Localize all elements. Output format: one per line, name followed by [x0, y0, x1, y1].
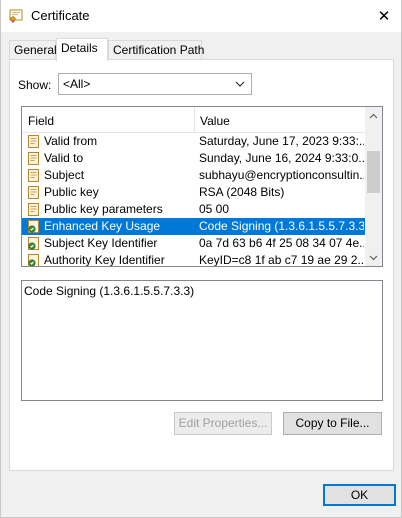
row-value: RSA (2048 Bits) — [199, 185, 285, 199]
scrollbar-thumb[interactable] — [367, 151, 380, 193]
extension-icon — [28, 254, 39, 266]
chevron-down-icon — [369, 255, 378, 260]
row-value: Sunday, June 16, 2024 9:33:0... — [199, 151, 364, 165]
extension-icon — [28, 220, 39, 233]
column-header-field[interactable]: Field — [28, 114, 54, 128]
list-header: Field Value — [22, 107, 366, 133]
list-row-selected[interactable]: Enhanced Key Usage Code Signing (1.3.6.1… — [22, 218, 366, 235]
ok-button[interactable]: OK — [323, 484, 396, 506]
list-rows: Valid from Saturday, June 17, 2023 9:33:… — [22, 133, 366, 267]
row-value: KeyID=c8 1f ab c7 19 ae 29 2... — [199, 253, 364, 267]
row-field: Valid from — [44, 134, 98, 148]
show-dropdown[interactable]: <All> — [58, 73, 252, 95]
title-bar: Certificate ✕ — [1, 0, 401, 32]
field-detail-textbox[interactable]: Code Signing (1.3.6.1.5.5.7.3.3) — [21, 280, 383, 401]
list-row[interactable]: Valid from Saturday, June 17, 2023 9:33:… — [22, 133, 366, 150]
row-value: Saturday, June 17, 2023 9:33:... — [199, 134, 364, 148]
certificate-field-icon — [28, 152, 39, 165]
edit-properties-button[interactable]: Edit Properties... — [174, 412, 272, 435]
field-list[interactable]: Field Value Valid from Saturday, June 17… — [21, 106, 383, 267]
certificate-field-icon — [28, 135, 39, 148]
copy-to-file-button[interactable]: Copy to File... — [283, 412, 382, 435]
row-field: Authority Key Identifier — [44, 253, 165, 267]
close-button[interactable]: ✕ — [367, 0, 401, 32]
column-divider[interactable] — [194, 107, 195, 133]
scroll-down-button[interactable] — [365, 249, 382, 266]
list-row[interactable]: Public key RSA (2048 Bits) — [22, 184, 366, 201]
certificate-field-icon — [28, 203, 39, 216]
list-row[interactable]: Valid to Sunday, June 16, 2024 9:33:0... — [22, 150, 366, 167]
list-row[interactable]: Subject Key Identifier 0a 7d 63 b6 4f 25… — [22, 235, 366, 252]
row-field: Subject — [44, 168, 85, 182]
tab-certification-path[interactable]: Certification Path — [108, 40, 204, 60]
scroll-up-button[interactable] — [365, 107, 382, 124]
show-dropdown-value: <All> — [63, 77, 91, 91]
row-value: Code Signing (1.3.6.1.5.5.7.3.3) — [199, 219, 364, 233]
certificate-field-icon — [28, 186, 39, 199]
vertical-scrollbar[interactable] — [365, 107, 382, 266]
row-field: Public key parameters — [44, 202, 163, 216]
window-title: Certificate — [31, 8, 90, 23]
row-value: 0a 7d 63 b6 4f 25 08 34 07 4e... — [199, 236, 364, 250]
chevron-down-icon — [235, 81, 245, 87]
row-field: Enhanced Key Usage — [44, 219, 161, 233]
certificate-window: Certificate ✕ General Details Certificat… — [0, 0, 402, 518]
certificate-icon — [9, 9, 23, 23]
list-row[interactable]: Subject subhayu@encryptionconsultin... — [22, 167, 366, 184]
row-field: Subject Key Identifier — [44, 236, 158, 250]
tab-details[interactable]: Details — [56, 38, 108, 61]
certificate-field-icon — [28, 169, 39, 182]
tab-general[interactable]: General — [9, 40, 57, 60]
column-header-value[interactable]: Value — [200, 114, 230, 128]
extension-icon — [28, 237, 39, 250]
row-field: Public key — [44, 185, 99, 199]
row-value: subhayu@encryptionconsultin... — [199, 168, 364, 182]
list-row[interactable]: Authority Key Identifier KeyID=c8 1f ab … — [22, 252, 366, 267]
row-value: 05 00 — [199, 202, 230, 216]
close-icon: ✕ — [377, 8, 391, 25]
show-label: Show: — [18, 78, 52, 92]
chevron-up-icon — [369, 113, 378, 118]
list-row[interactable]: Public key parameters 05 00 — [22, 201, 366, 218]
details-panel: Show: <All> Field Value Valid from Satur… — [9, 59, 394, 471]
row-field: Valid to — [44, 151, 84, 165]
